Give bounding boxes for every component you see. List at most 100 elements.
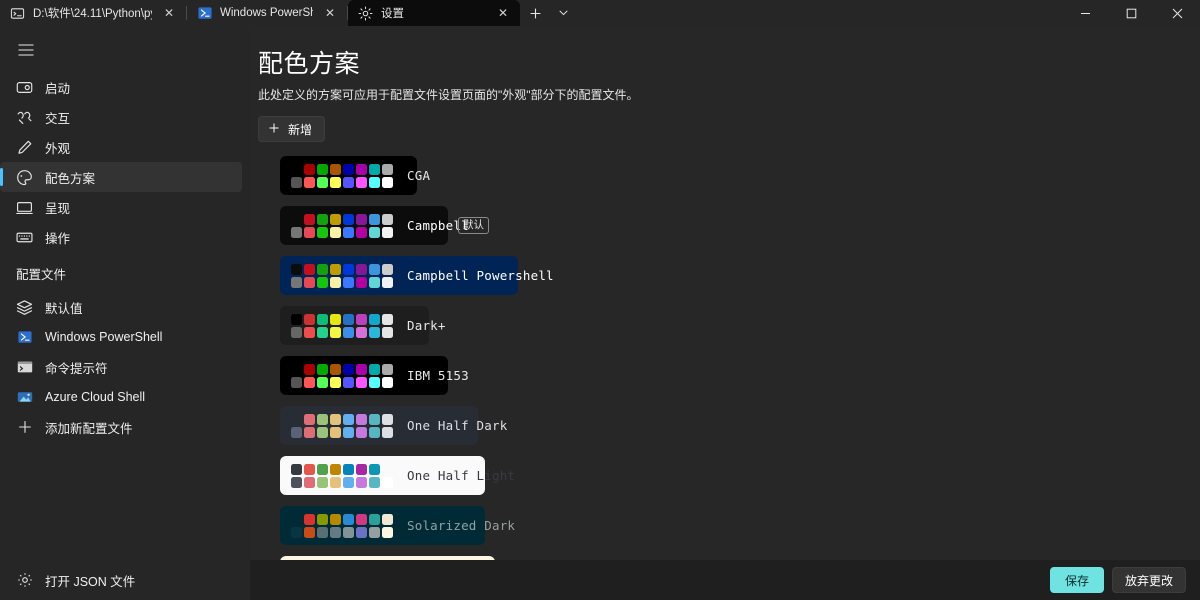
color-swatch-grid	[291, 464, 393, 488]
color-swatch-row	[291, 264, 393, 275]
color-swatch-row	[291, 364, 393, 375]
color-scheme-name: One Half Light	[407, 468, 515, 483]
close-icon[interactable]	[1154, 0, 1200, 26]
save-button[interactable]: 保存	[1050, 567, 1104, 593]
color-scheme-card[interactable]: Dark+	[280, 306, 429, 345]
color-swatch	[356, 314, 367, 325]
color-scheme-card[interactable]: Campbell Powershell	[280, 256, 518, 295]
sidebar-item-startup[interactable]: 启动	[0, 72, 242, 102]
color-swatch	[356, 427, 367, 438]
color-swatch	[369, 427, 380, 438]
color-swatch	[291, 527, 302, 538]
color-swatch	[330, 527, 341, 538]
sidebar-profile-defaults[interactable]: 默认值	[0, 292, 242, 322]
tab-dropdown-button[interactable]	[550, 0, 576, 26]
color-swatch	[304, 427, 315, 438]
tab-close-button[interactable]: ✕	[160, 4, 178, 22]
color-scheme-name: One Half Dark	[407, 418, 507, 433]
sidebar-item-appearance[interactable]: 外观	[0, 132, 242, 162]
color-swatch	[330, 227, 341, 238]
sidebar-item-interaction[interactable]: 交互	[0, 102, 242, 132]
color-swatch-grid	[291, 414, 393, 438]
color-swatch	[356, 264, 367, 275]
azure-icon	[16, 389, 33, 406]
color-swatch	[382, 277, 393, 288]
color-scheme-card[interactable]: Solarized Dark	[280, 506, 485, 545]
color-swatch	[330, 264, 341, 275]
sidebar-item-rendering[interactable]: 呈现	[0, 192, 242, 222]
startup-icon	[16, 79, 33, 96]
color-swatch	[291, 177, 302, 188]
discard-changes-button[interactable]: 放弃更改	[1112, 567, 1186, 593]
color-swatch	[343, 514, 354, 525]
sidebar-profile-cmd[interactable]: 命令提示符	[0, 352, 242, 382]
title-bar: D:\软件\24.11\Python\python.e✕Windows Powe…	[0, 0, 1200, 26]
tab-settings[interactable]: 设置✕	[348, 0, 520, 26]
sidebar-profile-add-profile[interactable]: 添加新配置文件	[0, 412, 242, 442]
color-swatch	[343, 214, 354, 225]
sidebar-item-label: 交互	[45, 108, 70, 127]
color-swatch	[369, 327, 380, 338]
color-swatch	[317, 427, 328, 438]
color-scheme-card[interactable]: One Half Dark	[280, 406, 478, 445]
sidebar-profiles: 默认值Windows PowerShell命令提示符Azure Cloud Sh…	[0, 292, 250, 442]
color-swatch	[317, 364, 328, 375]
color-swatch-row	[291, 377, 393, 388]
palette-icon	[16, 169, 33, 186]
sidebar-profile-azure[interactable]: Azure Cloud Shell	[0, 382, 242, 412]
maximize-icon[interactable]	[1108, 0, 1154, 26]
color-swatch-grid	[291, 264, 393, 288]
add-scheme-button[interactable]: 新增	[258, 116, 325, 142]
tab-close-button[interactable]: ✕	[494, 4, 512, 22]
color-swatch-row	[291, 414, 393, 425]
sidebar-profile-powershell[interactable]: Windows PowerShell	[0, 322, 242, 352]
color-swatch	[369, 164, 380, 175]
color-scheme-card[interactable]: Campbell	[280, 206, 448, 245]
sidebar-item-color-schemes[interactable]: 配色方案	[0, 162, 242, 192]
pencil-icon	[16, 139, 33, 156]
open-json-button[interactable]: 打开 JSON 文件	[0, 560, 250, 600]
color-swatch	[317, 214, 328, 225]
color-swatch	[382, 227, 393, 238]
color-scheme-card[interactable]: CGA	[280, 156, 417, 195]
color-swatch	[343, 364, 354, 375]
color-swatch	[356, 214, 367, 225]
color-scheme-card[interactable]: One Half Light	[280, 456, 485, 495]
color-swatch	[317, 227, 328, 238]
color-scheme-row: IBM 5153	[280, 356, 1200, 395]
color-swatch-row	[291, 527, 393, 538]
tab-python[interactable]: D:\软件\24.11\Python\python.e✕	[0, 0, 186, 26]
color-swatch	[382, 177, 393, 188]
color-swatch	[343, 427, 354, 438]
hamburger-icon[interactable]	[6, 32, 46, 68]
color-swatch	[291, 427, 302, 438]
sidebar-item-label: 操作	[45, 228, 70, 247]
color-swatch	[382, 327, 393, 338]
color-scheme-card[interactable]: IBM 5153	[280, 356, 448, 395]
color-swatch	[356, 327, 367, 338]
sidebar-item-actions[interactable]: 操作	[0, 222, 242, 252]
color-swatch	[291, 414, 302, 425]
color-swatch	[343, 177, 354, 188]
cmd-icon	[16, 359, 33, 376]
color-swatch	[382, 427, 393, 438]
new-tab-button[interactable]	[520, 0, 550, 26]
color-swatch	[330, 514, 341, 525]
add-scheme-label: 新增	[288, 121, 312, 138]
color-swatch	[356, 414, 367, 425]
color-swatch	[291, 227, 302, 238]
settings-scroll-area[interactable]: 配色方案 此处定义的方案可应用于配置文件设置页面的"外观"部分下的配置文件。 新…	[250, 26, 1200, 560]
color-swatch	[304, 464, 315, 475]
color-swatch	[343, 314, 354, 325]
color-swatch	[304, 377, 315, 388]
color-swatch	[356, 227, 367, 238]
page-title: 配色方案	[258, 44, 1200, 80]
tab-close-button[interactable]: ✕	[321, 4, 339, 22]
color-swatch-row	[291, 177, 393, 188]
color-scheme-name: Dark+	[407, 318, 446, 333]
color-scheme-name: CGA	[407, 168, 430, 183]
tab-powershell[interactable]: Windows PowerShell✕	[187, 0, 347, 26]
minimize-icon[interactable]	[1062, 0, 1108, 26]
color-swatch	[369, 364, 380, 375]
color-swatch	[343, 464, 354, 475]
